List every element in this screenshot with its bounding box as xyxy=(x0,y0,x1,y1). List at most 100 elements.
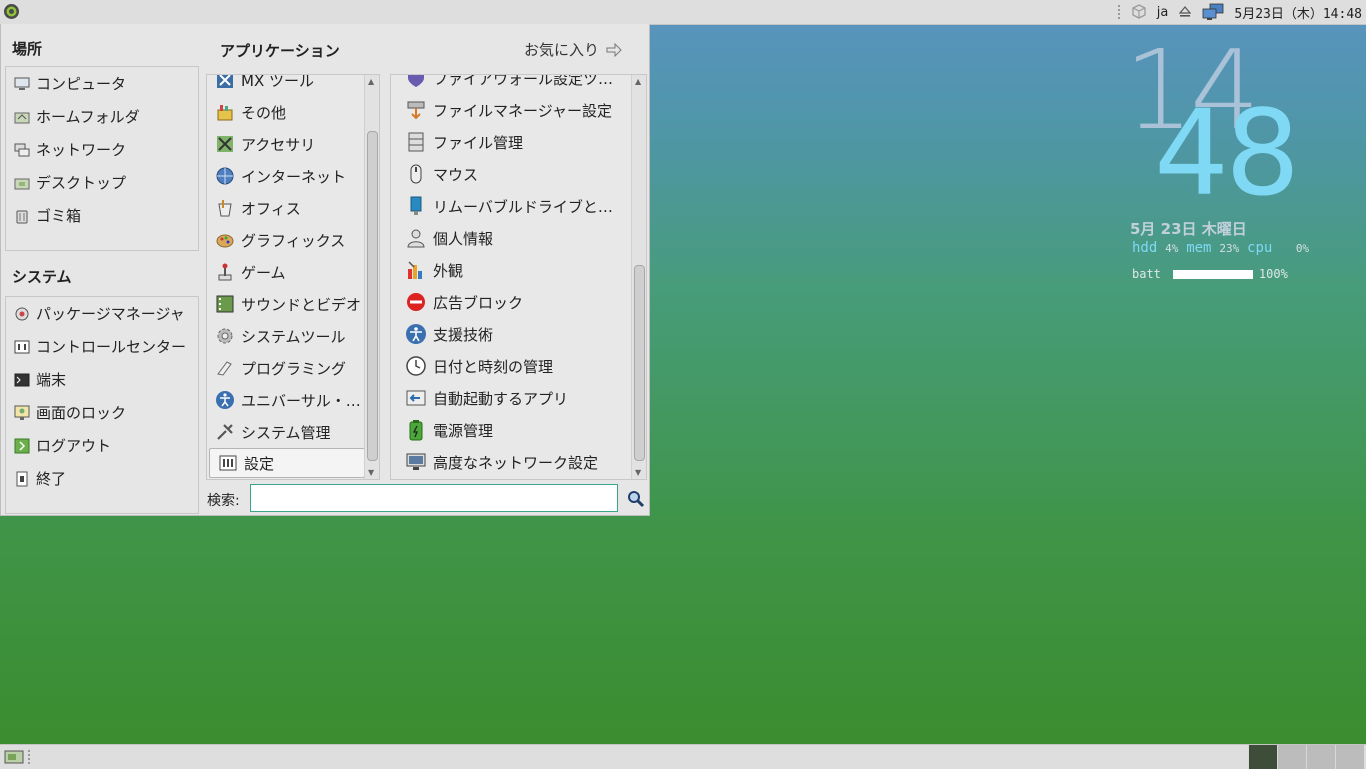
usb-drive-icon xyxy=(405,195,427,217)
category-label: その他 xyxy=(241,103,287,122)
application-scrollbar[interactable]: ▲ ▼ xyxy=(631,75,646,479)
app-item[interactable]: 高度なネットワーク設定 xyxy=(391,446,631,478)
app-label: ファイアウォール設定ツ… xyxy=(433,74,614,88)
panel-grip xyxy=(1117,5,1123,19)
app-item[interactable]: 日付と時刻の管理 xyxy=(391,350,631,382)
network-manager-icon[interactable] xyxy=(1202,3,1224,21)
control-center-icon xyxy=(14,339,30,355)
system-tray: ja 5月23日（木）14:48 xyxy=(1117,0,1366,24)
category-label: プログラミング xyxy=(241,359,347,378)
package-manager-icon xyxy=(14,306,30,322)
globe-icon xyxy=(215,166,235,186)
app-item[interactable]: 自動起動するアプリ xyxy=(391,382,631,414)
category-scrollbar[interactable]: ▲ ▼ xyxy=(364,75,379,479)
app-item[interactable]: 電源管理 xyxy=(391,414,631,446)
category-universal-access[interactable]: ユニバーサル・… xyxy=(207,384,367,416)
category-other[interactable]: その他 xyxy=(207,96,367,128)
conky-stats: hdd 4% mem 23% cpu 0% xyxy=(1132,240,1309,256)
lock-screen-icon xyxy=(14,405,30,421)
app-item[interactable]: ファイル管理 xyxy=(391,126,631,158)
category-graphics[interactable]: グラフィックス xyxy=(207,224,367,256)
scroll-up-arrow-icon[interactable]: ▲ xyxy=(368,77,374,86)
app-item[interactable]: ファイルマネージャー設定 xyxy=(391,94,631,126)
scroll-down-arrow-icon[interactable]: ▼ xyxy=(368,468,374,477)
mem-label: mem xyxy=(1186,240,1212,256)
workspace-1[interactable] xyxy=(1248,745,1277,769)
show-desktop-icon[interactable] xyxy=(4,749,24,765)
panel-clock[interactable]: 5月23日（木）14:48 xyxy=(1234,3,1362,22)
category-accessories[interactable]: アクセサリ xyxy=(207,128,367,160)
category-scroll-thumb[interactable] xyxy=(367,131,378,461)
app-label: 支援技術 xyxy=(433,325,494,344)
workspace-2[interactable] xyxy=(1277,745,1306,769)
shutdown-icon xyxy=(14,471,30,487)
system-package-manager[interactable]: パッケージマネージャ xyxy=(6,297,198,330)
category-mx-tools[interactable]: MX ツール xyxy=(207,75,367,96)
system-shutdown[interactable]: 終了 xyxy=(6,462,198,495)
workspace-pager[interactable] xyxy=(1248,745,1364,769)
workspace-3[interactable] xyxy=(1306,745,1335,769)
favorites-button[interactable]: お気に入り xyxy=(524,39,623,60)
arrow-right-icon xyxy=(606,42,622,57)
category-programming[interactable]: プログラミング xyxy=(207,352,367,384)
app-item[interactable]: 個人情報 xyxy=(391,222,631,254)
whisker-menu-icon[interactable] xyxy=(3,3,20,20)
terminal-icon xyxy=(14,372,30,388)
system-lock-screen[interactable]: 画面のロック xyxy=(6,396,198,429)
place-network[interactable]: ネットワーク xyxy=(6,133,198,166)
category-games[interactable]: ゲーム xyxy=(207,256,367,288)
system-logout[interactable]: ログアウト xyxy=(6,429,198,462)
category-sound-video[interactable]: サウンドとビデオ xyxy=(207,288,367,320)
app-label: ファイル管理 xyxy=(433,133,524,152)
app-item[interactable]: 支援技術 xyxy=(391,318,631,350)
app-label: 日付と時刻の管理 xyxy=(433,357,554,376)
app-item[interactable]: 外観 xyxy=(391,254,631,286)
scroll-up-arrow-icon[interactable]: ▲ xyxy=(635,77,641,86)
search-input[interactable] xyxy=(250,484,618,512)
application-scroll-thumb[interactable] xyxy=(634,265,645,461)
whisker-menu: 場所 コンピュータ ホームフォルダ ネットワーク デスクトップ ゴミ箱 システム… xyxy=(0,24,650,516)
search-icon[interactable] xyxy=(627,490,645,508)
eject-icon[interactable] xyxy=(1178,5,1192,19)
category-internet[interactable]: インターネット xyxy=(207,160,367,192)
place-label: ゴミ箱 xyxy=(36,207,82,225)
place-label: デスクトップ xyxy=(36,174,127,192)
system-label: 端末 xyxy=(36,371,67,389)
category-label: サウンドとビデオ xyxy=(241,295,362,314)
place-home-folder[interactable]: ホームフォルダ xyxy=(6,100,198,133)
app-item[interactable]: ファイアウォール設定ツ… xyxy=(391,74,631,94)
ad-block-icon xyxy=(405,291,427,313)
mouse-icon xyxy=(405,163,427,185)
package-updates-icon[interactable] xyxy=(1131,4,1147,20)
applications-title: アプリケーション xyxy=(220,42,340,60)
category-list[interactable]: MX ツール その他 アクセサリ インターネット オフィス グラフィックス ゲー… xyxy=(206,74,380,480)
app-item[interactable]: マウス xyxy=(391,158,631,190)
keyboard-layout-indicator[interactable]: ja xyxy=(1157,5,1169,20)
app-item[interactable]: リムーバブルドライブと… xyxy=(391,190,631,222)
system-label: ログアウト xyxy=(36,437,112,455)
place-desktop[interactable]: デスクトップ xyxy=(6,166,198,199)
gear-icon xyxy=(215,326,235,346)
panel-grip xyxy=(28,750,30,764)
category-office[interactable]: オフィス xyxy=(207,192,367,224)
top-panel: ja 5月23日（木）14:48 xyxy=(0,0,1366,25)
category-label: システムツール xyxy=(241,327,346,346)
workspace-4[interactable] xyxy=(1335,745,1364,769)
places-list: コンピュータ ホームフォルダ ネットワーク デスクトップ ゴミ箱 xyxy=(5,66,199,251)
place-label: コンピュータ xyxy=(36,75,127,93)
category-system-admin[interactable]: システム管理 xyxy=(207,416,367,448)
app-label: 高度なネットワーク設定 xyxy=(433,453,599,472)
system-terminal[interactable]: 端末 xyxy=(6,363,198,396)
system-control-center[interactable]: コントロールセンター xyxy=(6,330,198,363)
app-item[interactable]: 広告ブロック xyxy=(391,286,631,318)
scroll-down-arrow-icon[interactable]: ▼ xyxy=(635,468,641,477)
place-trash[interactable]: ゴミ箱 xyxy=(6,199,198,232)
system-list: パッケージマネージャ コントロールセンター 端末 画面のロック ログアウト 終了 xyxy=(5,296,199,514)
app-label: リムーバブルドライブと… xyxy=(433,197,613,216)
category-system-tools[interactable]: システムツール xyxy=(207,320,367,352)
category-settings[interactable]: 設定 xyxy=(209,448,365,478)
application-list[interactable]: ファイアウォール設定ツ… ファイルマネージャー設定 ファイル管理 マウス リムー… xyxy=(390,74,647,480)
place-computer[interactable]: コンピュータ xyxy=(6,67,198,100)
settings-icon xyxy=(218,453,238,473)
other-icon xyxy=(215,102,235,122)
